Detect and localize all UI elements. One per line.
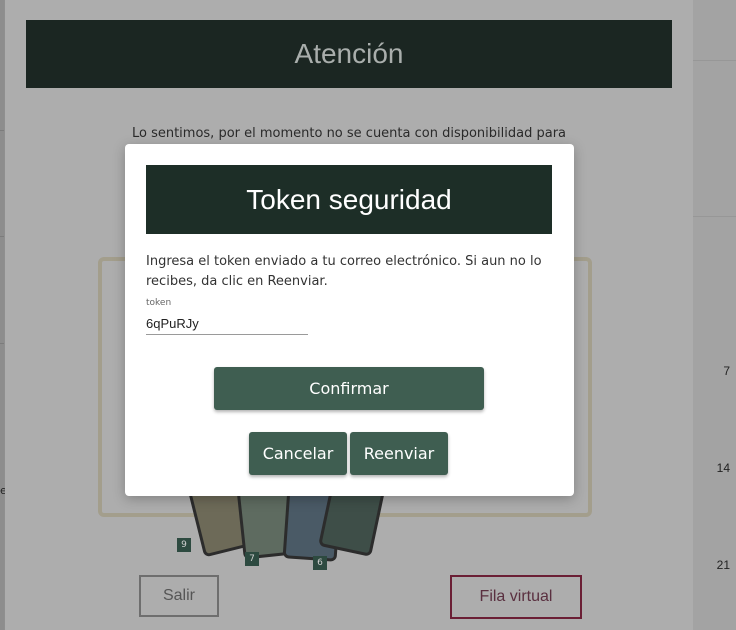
background-calendar: 7 14 21 xyxy=(692,0,736,630)
attention-title: Atención xyxy=(294,38,404,69)
divider xyxy=(0,130,4,131)
calendar-day: 7 xyxy=(723,364,730,378)
token-input[interactable] xyxy=(146,312,308,335)
divider xyxy=(0,236,4,237)
background-left-edge: el xyxy=(0,0,10,630)
token-title: Token seguridad xyxy=(246,183,452,215)
token-header: Token seguridad xyxy=(146,165,552,234)
attention-message: Lo sentimos, por el momento no se cuenta… xyxy=(131,126,567,141)
token-instructions: Ingresa el token enviado a tu correo ele… xyxy=(146,254,542,289)
exit-button[interactable]: Salir xyxy=(139,575,219,617)
card-tag: 7 xyxy=(245,552,259,566)
divider xyxy=(692,60,736,61)
resend-button[interactable]: Reenviar xyxy=(350,432,448,475)
token-field-label: token xyxy=(146,298,172,308)
divider xyxy=(692,216,736,217)
confirm-button[interactable]: Confirmar xyxy=(214,367,484,410)
card-tag: 9 xyxy=(177,538,191,552)
cancel-button[interactable]: Cancelar xyxy=(249,432,347,475)
divider xyxy=(0,343,4,344)
attention-header: Atención xyxy=(26,20,672,88)
card-tag: 6 xyxy=(313,556,327,570)
token-modal: Token seguridad Ingresa el token enviado… xyxy=(125,144,574,496)
calendar-day: 21 xyxy=(716,558,730,572)
calendar-day: 14 xyxy=(716,461,730,475)
virtual-queue-button[interactable]: Fila virtual xyxy=(450,575,582,619)
